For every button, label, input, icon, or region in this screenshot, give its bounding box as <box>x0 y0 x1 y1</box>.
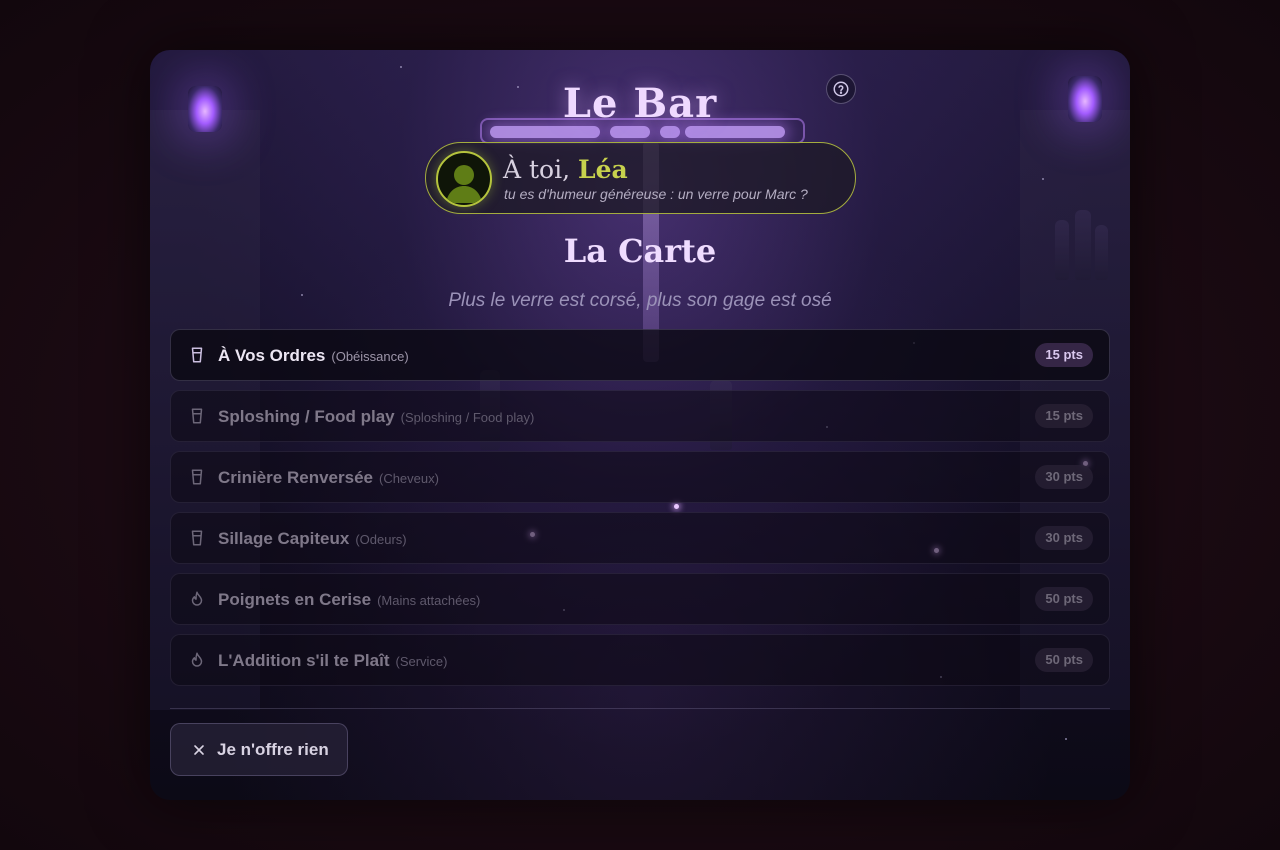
page-title: Le Bar <box>562 80 718 127</box>
decline-label: Je n'offre rien <box>217 739 329 759</box>
drink-item-sillage[interactable]: Sillage Capiteux (Odeurs) 30 pts <box>170 512 1110 564</box>
divider <box>170 708 1110 709</box>
drink-item-a-vos-ordres[interactable]: À Vos Ordres (Obéissance) 15 pts <box>170 329 1110 381</box>
bar-modal: Le Bar À toi, Léa tu es d'humeur généreu… <box>150 50 1130 800</box>
points-badge: 30 pts <box>1035 465 1093 489</box>
drink-item-addition[interactable]: L'Addition s'il te Plaît (Service) 50 pts <box>170 634 1110 686</box>
drink-item-sploshing[interactable]: Sploshing / Food play (Sploshing / Food p… <box>170 390 1110 442</box>
drink-label: À Vos Ordres (Obéissance) <box>218 346 409 365</box>
points-badge: 50 pts <box>1035 587 1093 611</box>
neon-tube <box>660 126 680 138</box>
drink-item-poignets[interactable]: Poignets en Cerise (Mains attachées) 50 p… <box>170 573 1110 625</box>
glass-icon <box>191 347 203 363</box>
decline-button[interactable]: Je n'offre rien <box>170 723 348 776</box>
drink-label: Poignets en Cerise (Mains attachées) <box>218 590 481 609</box>
neon-tube <box>685 126 785 138</box>
menu-subtitle: Plus le verre est corsé, plus son gage e… <box>448 290 832 311</box>
glass-icon <box>191 408 203 424</box>
user-silhouette-icon <box>446 165 482 203</box>
turn-banner: À toi, Léa tu es d'humeur généreuse : un… <box>425 142 856 214</box>
flame-icon <box>191 652 203 667</box>
close-icon <box>194 744 204 755</box>
turn-heading: À toi, Léa <box>503 155 628 184</box>
drink-label: Crinière Renversée (Cheveux) <box>218 468 439 487</box>
drink-list: À Vos Ordres (Obéissance) 15 pts Sploshin… <box>170 329 1110 695</box>
player-name: Léa <box>578 155 628 184</box>
neon-tube <box>610 126 650 138</box>
drink-label: Sillage Capiteux (Odeurs) <box>218 529 407 548</box>
star <box>1042 178 1044 180</box>
glass-icon <box>191 469 203 485</box>
points-badge: 15 pts <box>1035 404 1093 428</box>
drink-label: L'Addition s'il te Plaît (Service) <box>218 651 448 670</box>
menu-title: La Carte <box>563 232 717 270</box>
points-badge: 15 pts <box>1035 343 1093 367</box>
points-badge: 30 pts <box>1035 526 1093 550</box>
star <box>400 66 402 68</box>
flame-icon <box>191 591 203 606</box>
neon-tube <box>490 126 600 138</box>
star <box>1065 738 1067 740</box>
points-badge: 50 pts <box>1035 648 1093 672</box>
drink-label: Sploshing / Food play (Sploshing / Food p… <box>218 407 535 426</box>
drink-item-criniere[interactable]: Crinière Renversée (Cheveux) 30 pts <box>170 451 1110 503</box>
avatar <box>436 151 492 207</box>
question-circle-icon <box>833 81 849 97</box>
turn-subtitle: tu es d'humeur généreuse : un verre pour… <box>504 186 808 202</box>
help-button[interactable] <box>826 74 856 104</box>
turn-prefix: À toi, <box>503 155 571 184</box>
glass-icon <box>191 530 203 546</box>
